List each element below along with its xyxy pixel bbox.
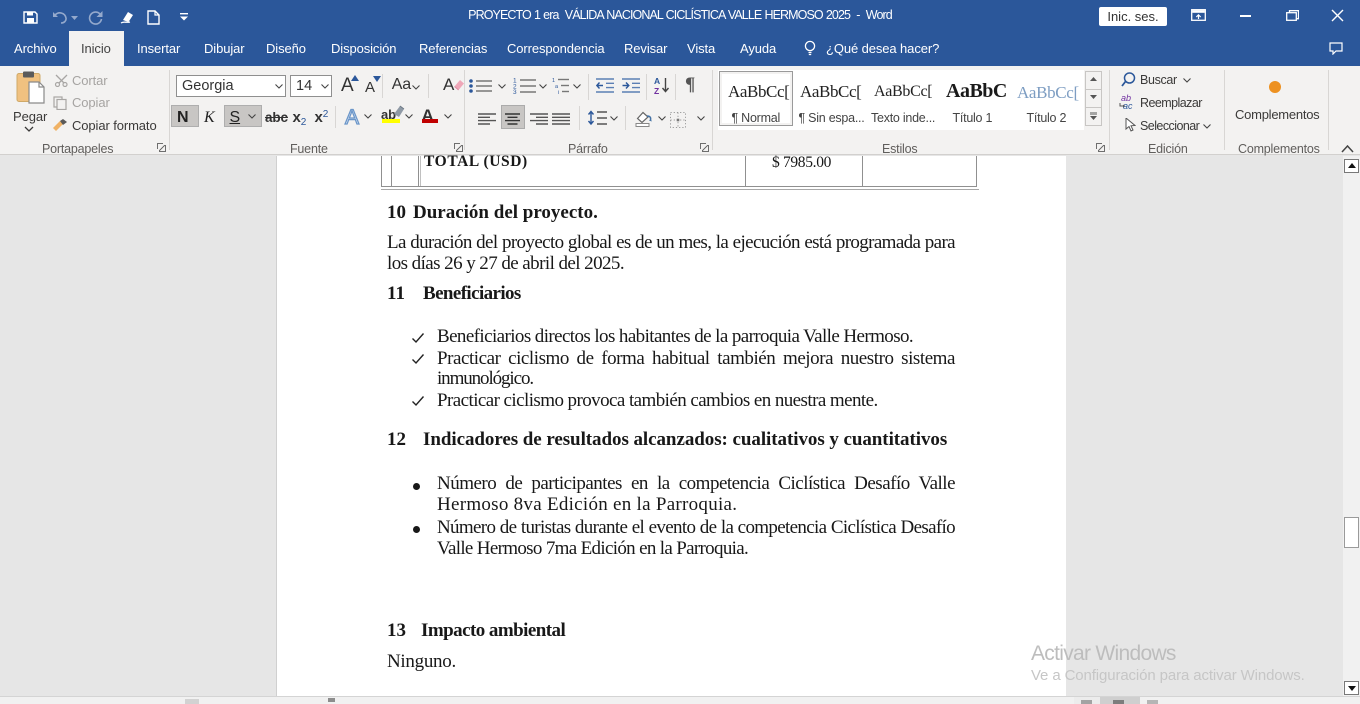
svg-text:ac: ac: [1123, 101, 1133, 110]
svg-text:i: i: [558, 90, 559, 94]
svg-text:Z: Z: [654, 86, 659, 95]
svg-text:A: A: [654, 76, 660, 86]
svg-text:3: 3: [513, 89, 517, 94]
